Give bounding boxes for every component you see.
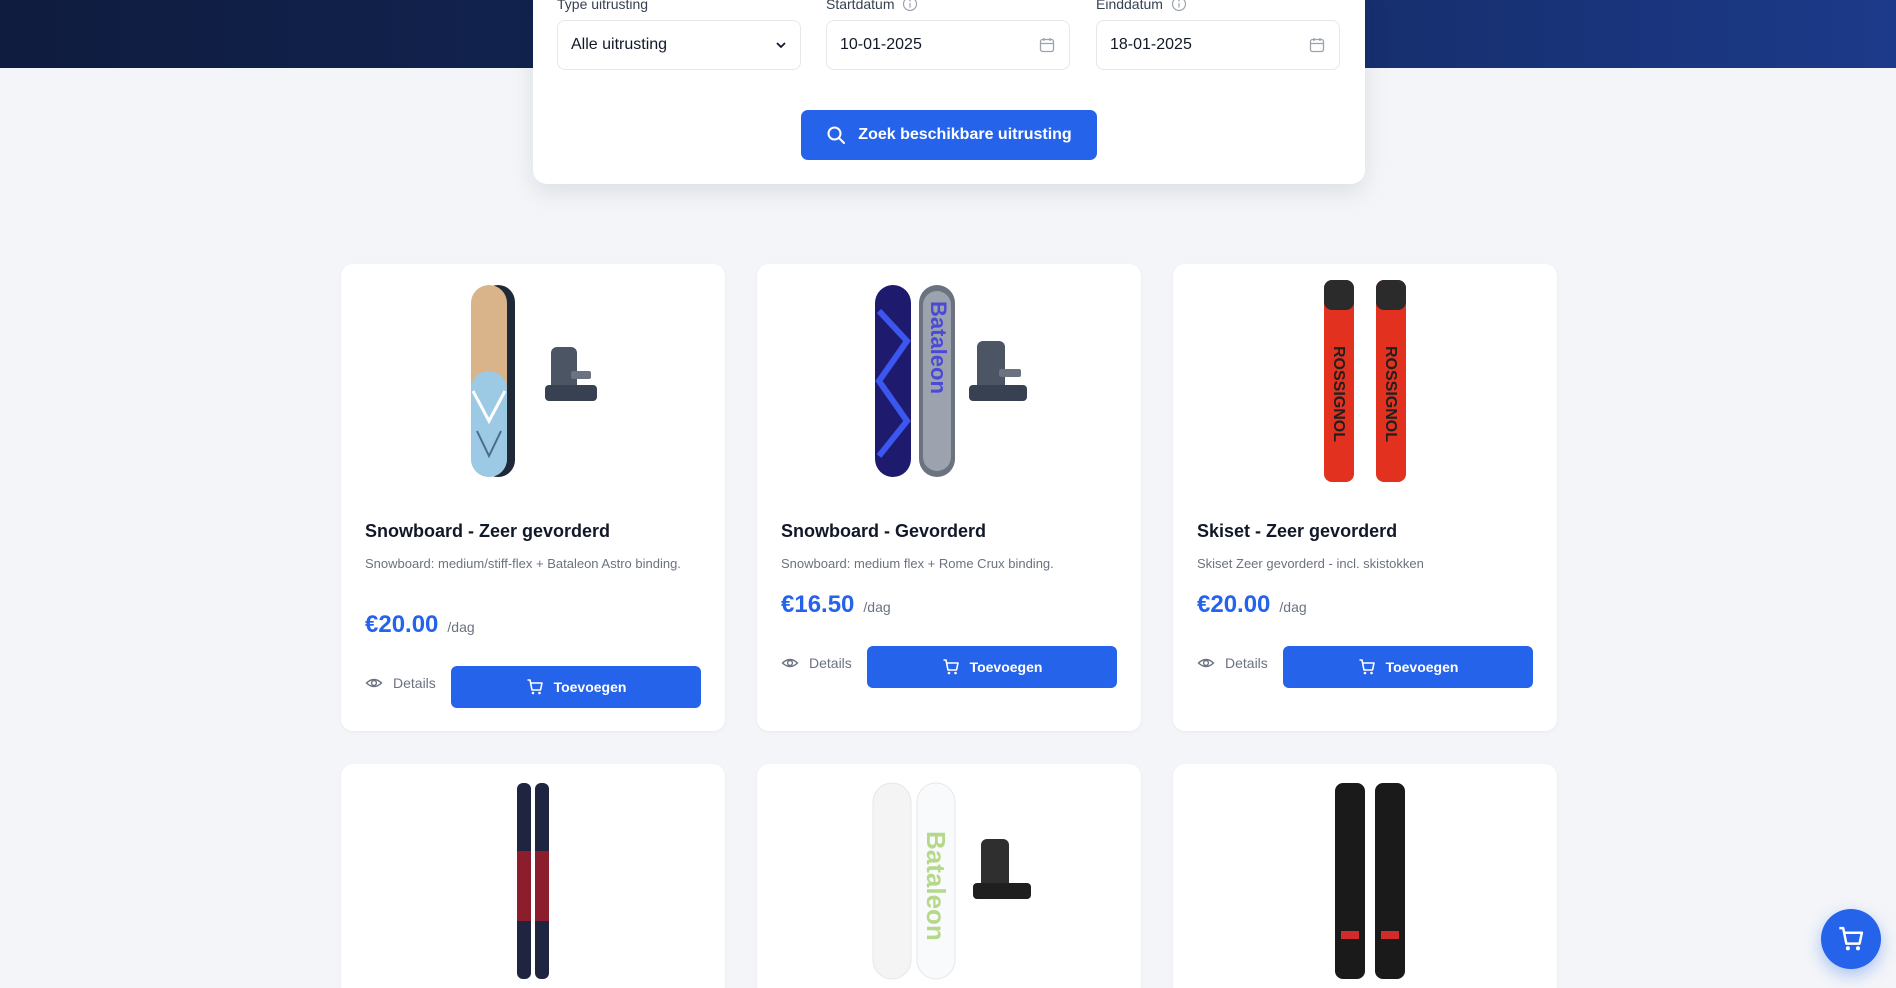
product-card[interactable]: Snowboard - Zeer gevorderd Snowboard: me…: [341, 264, 725, 731]
product-image[interactable]: Bataleon: [757, 278, 1141, 484]
product-description: Skiset Zeer gevorderd - incl. skistokken: [1197, 556, 1424, 571]
cart-icon: [1359, 659, 1375, 675]
add-to-cart-button[interactable]: Toevoegen: [867, 646, 1117, 688]
start-date-label: Startdatum: [826, 0, 895, 12]
product-description: Snowboard: medium flex + Rome Crux bindi…: [781, 556, 1054, 571]
product-price: €16.50: [781, 591, 855, 618]
price-unit: /dag: [1279, 599, 1307, 615]
details-link[interactable]: Details: [365, 674, 436, 692]
add-to-cart-button[interactable]: Toevoegen: [1283, 646, 1533, 688]
eye-icon: [1197, 658, 1215, 668]
start-date-value: 10-01-2025: [840, 36, 922, 53]
cart-icon: [1839, 926, 1864, 951]
price-row: €20.00 /dag: [365, 611, 475, 639]
search-icon: [827, 126, 846, 144]
details-label: Details: [1225, 655, 1268, 671]
cart-icon: [943, 659, 959, 675]
add-button-label: Toevoegen: [553, 679, 627, 695]
eye-icon: [365, 678, 383, 688]
product-card[interactable]: Bataleon: [757, 764, 1141, 988]
add-to-cart-button[interactable]: Toevoegen: [451, 666, 701, 708]
price-row: €16.50 /dag: [781, 591, 891, 619]
equipment-type-value: Alle uitrusting: [571, 36, 668, 53]
product-price: €20.00: [1197, 591, 1271, 618]
ski-image: [517, 783, 549, 979]
end-date-input[interactable]: 18-01-2025: [1096, 20, 1340, 70]
ski-brand-text: ROSSIGNOL: [1330, 346, 1347, 442]
eye-icon: [781, 658, 799, 668]
price-unit: /dag: [863, 599, 891, 615]
calendar-icon[interactable]: [1308, 36, 1326, 54]
search-panel: Type uitrusting Alle uitrusting Startdat…: [533, 0, 1365, 184]
end-label-row: Einddatum: [1096, 0, 1187, 12]
snowboard-image: [471, 285, 597, 477]
board-brand-text: Bataleon: [926, 301, 951, 394]
cart-fab-button[interactable]: [1821, 909, 1881, 969]
details-link[interactable]: Details: [1197, 654, 1268, 672]
price-row: €20.00 /dag: [1197, 591, 1307, 619]
product-card[interactable]: [1173, 764, 1557, 988]
product-title[interactable]: Skiset - Zeer gevorderd: [1197, 521, 1397, 542]
product-card[interactable]: [341, 764, 725, 988]
product-image[interactable]: [341, 778, 725, 984]
start-date-input[interactable]: 10-01-2025: [826, 20, 1070, 70]
product-image[interactable]: ROSSIGNOL ROSSIGNOL: [1173, 278, 1557, 484]
product-title[interactable]: Snowboard - Zeer gevorderd: [365, 521, 610, 542]
details-label: Details: [809, 655, 852, 671]
type-label: Type uitrusting: [557, 0, 649, 12]
details-link[interactable]: Details: [781, 654, 852, 672]
product-image[interactable]: [1173, 778, 1557, 984]
product-card[interactable]: Bataleon Snowboard - Gevorderd Snowboard…: [757, 264, 1141, 731]
search-button-label: Zoek beschikbare uitrusting: [858, 126, 1072, 143]
calendar-icon[interactable]: [1038, 36, 1056, 54]
snowboard-image: Bataleon: [875, 285, 1027, 477]
product-price: €20.00: [365, 611, 439, 638]
info-icon[interactable]: [902, 0, 918, 12]
ski-brand-text: ROSSIGNOL: [1382, 346, 1399, 442]
details-label: Details: [393, 675, 436, 691]
end-date-label: Einddatum: [1096, 0, 1163, 12]
ski-image: ROSSIGNOL ROSSIGNOL: [1324, 280, 1406, 482]
snowboard-image: Bataleon: [872, 782, 1031, 980]
chevron-down-icon: [776, 42, 786, 49]
product-image[interactable]: Bataleon: [757, 778, 1141, 984]
start-label-row: Startdatum: [826, 0, 918, 12]
info-icon[interactable]: [1171, 0, 1187, 12]
add-button-label: Toevoegen: [1385, 659, 1459, 675]
product-description: Snowboard: medium/stiff-flex + Bataleon …: [365, 556, 681, 571]
cart-icon: [527, 679, 543, 695]
add-button-label: Toevoegen: [969, 659, 1043, 675]
product-title[interactable]: Snowboard - Gevorderd: [781, 521, 986, 542]
end-date-value: 18-01-2025: [1110, 36, 1192, 53]
ski-image: [1335, 783, 1405, 979]
type-label-row: Type uitrusting: [557, 0, 648, 12]
search-equipment-button[interactable]: Zoek beschikbare uitrusting: [801, 110, 1097, 160]
product-image[interactable]: [341, 278, 725, 484]
price-unit: /dag: [447, 619, 475, 635]
equipment-type-select[interactable]: Alle uitrusting: [557, 20, 801, 70]
product-card[interactable]: ROSSIGNOL ROSSIGNOL Skiset - Zeer gevord…: [1173, 264, 1557, 731]
board-brand-text: Bataleon: [921, 831, 951, 941]
